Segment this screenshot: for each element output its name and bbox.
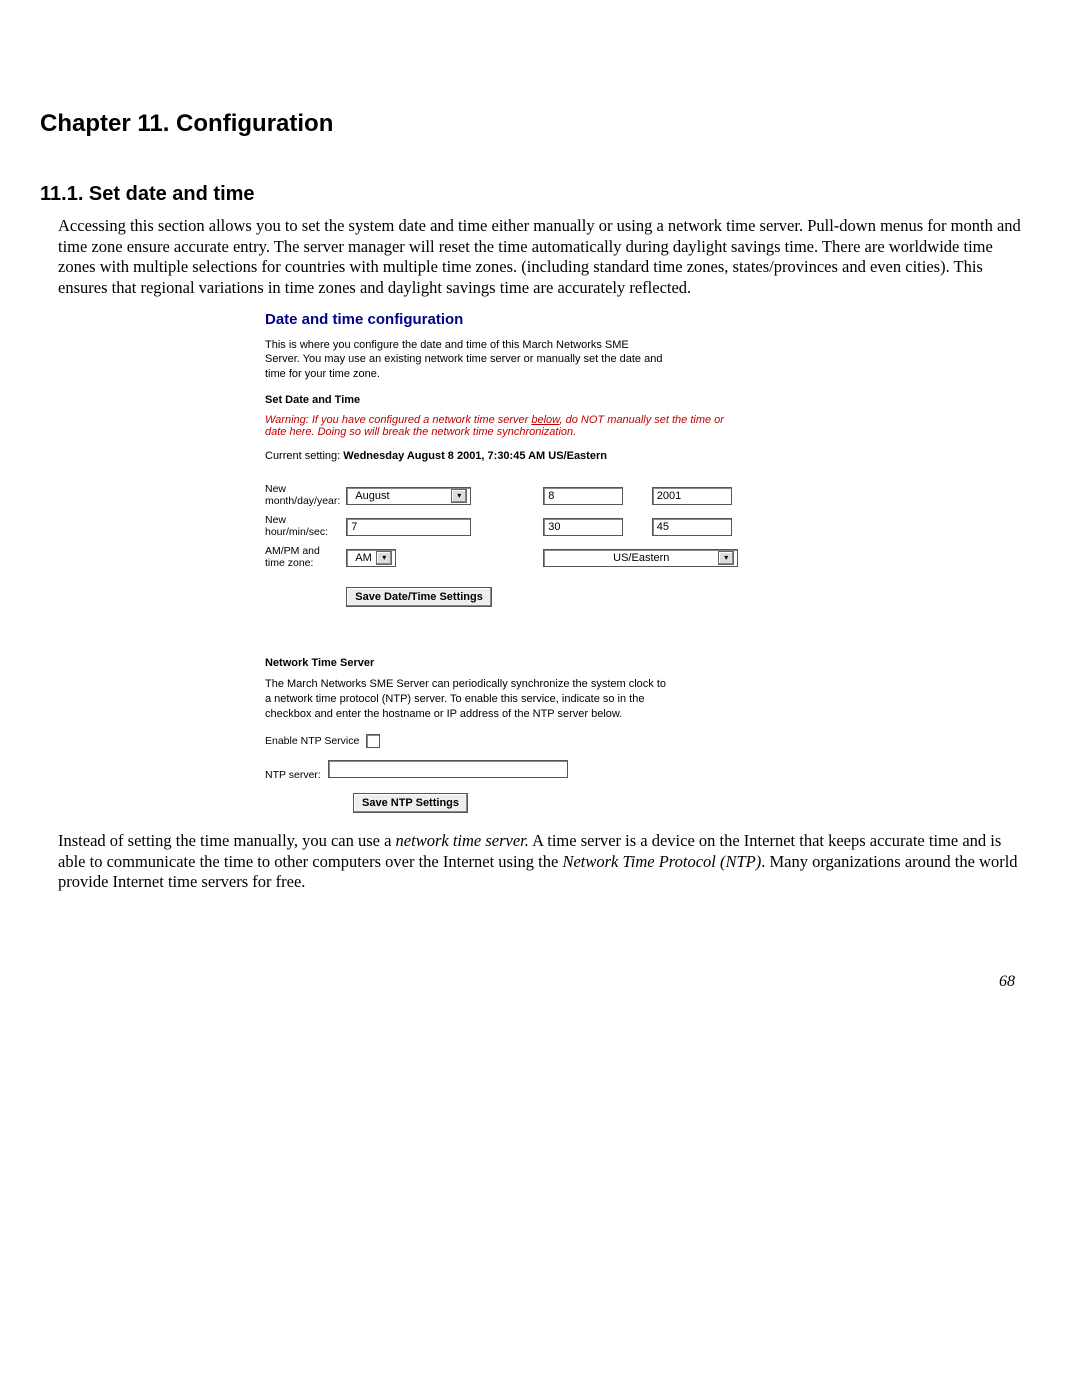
panel-description: This is where you configure the date and… <box>265 338 665 383</box>
tz-row-label: AM/PM and time zone: <box>265 542 346 573</box>
current-setting-label: Current setting: <box>265 450 343 462</box>
dropdown-icon: ▾ <box>451 489 467 503</box>
ampm-value: AM <box>351 552 376 564</box>
dropdown-icon: ▾ <box>376 551 392 565</box>
month-select[interactable]: August ▾ <box>346 487 471 505</box>
save-ntp-button[interactable]: Save NTP Settings <box>353 793 468 813</box>
outro-em-1: network time server. <box>396 831 529 850</box>
current-setting: Current setting: Wednesday August 8 2001… <box>265 450 900 462</box>
ntp-server-input[interactable] <box>328 760 568 778</box>
year-input[interactable]: 2001 <box>652 487 732 505</box>
set-datetime-heading: Set Date and Time <box>265 394 900 406</box>
hour-input[interactable]: 7 <box>346 518 471 536</box>
dropdown-icon: ▾ <box>718 551 734 565</box>
date-row-label: New month/day/year: <box>265 480 346 511</box>
intro-paragraph: Accessing this section allows you to set… <box>40 216 1025 299</box>
time-row-label: New hour/min/sec: <box>265 511 346 542</box>
enable-ntp-label: Enable NTP Service <box>265 735 359 747</box>
ntp-description: The March Networks SME Server can period… <box>265 677 675 722</box>
warning-text: Warning: If you have configured a networ… <box>265 414 745 438</box>
minute-input[interactable]: 30 <box>543 518 623 536</box>
month-value: August <box>351 490 393 502</box>
second-input[interactable]: 45 <box>652 518 732 536</box>
page-number: 68 <box>40 973 1025 991</box>
section-title: 11.1. Set date and time <box>40 183 1025 206</box>
current-setting-value: Wednesday August 8 2001, 7:30:45 AM US/E… <box>343 450 607 462</box>
ntp-server-label: NTP server: <box>265 769 325 781</box>
warning-pre: Warning: If you have configured a networ… <box>265 414 531 426</box>
timezone-select[interactable]: US/Eastern ▾ <box>543 549 738 567</box>
warning-below-link[interactable]: below <box>531 414 559 426</box>
outro-text-1: Instead of setting the time manually, yo… <box>58 831 396 850</box>
panel-title: Date and time configuration <box>265 311 900 328</box>
day-input[interactable]: 8 <box>543 487 623 505</box>
save-datetime-button[interactable]: Save Date/Time Settings <box>346 587 492 607</box>
outro-paragraph: Instead of setting the time manually, yo… <box>40 831 1025 893</box>
enable-ntp-checkbox[interactable] <box>366 734 380 748</box>
datetime-form: New month/day/year: August ▾ 8 2001 New … <box>265 480 744 611</box>
ntp-heading: Network Time Server <box>265 657 900 669</box>
outro-em-2: Network Time Protocol (NTP) <box>562 852 761 871</box>
chapter-title: Chapter 11. Configuration <box>40 110 1025 138</box>
config-screenshot: Date and time configuration This is wher… <box>265 311 900 813</box>
timezone-value: US/Eastern <box>609 552 673 564</box>
ampm-select[interactable]: AM ▾ <box>346 549 396 567</box>
